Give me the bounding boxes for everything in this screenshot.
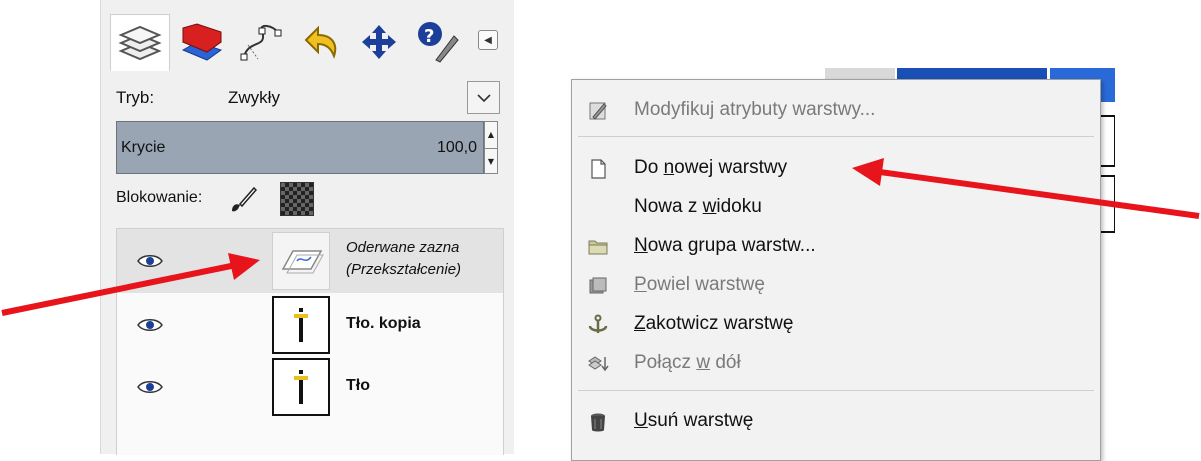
spin-up-icon[interactable]: ▲ bbox=[485, 122, 497, 149]
menu-separator bbox=[578, 136, 1094, 137]
anchor-icon bbox=[588, 314, 608, 333]
menu-item-to-new-layer[interactable]: Do nowej warstwy bbox=[572, 148, 1100, 188]
tab-channels[interactable] bbox=[172, 14, 230, 70]
layer-row-floating[interactable]: Oderwane zazna (Przekształcenie) bbox=[117, 229, 503, 293]
menu-label: Nowa grupa warstw... bbox=[634, 235, 816, 256]
menu-item-merge-down[interactable]: Połącz w dół bbox=[572, 343, 1100, 383]
dock-menu-button[interactable]: ◀ bbox=[478, 30, 498, 50]
menu-item-new-layer-group[interactable]: Nowa grupa warstw... bbox=[572, 226, 1100, 266]
layer-name-copy: Tło. kopia bbox=[346, 315, 421, 332]
new-layer-icon bbox=[591, 159, 606, 179]
layer-name-background: Tło bbox=[346, 377, 370, 394]
undo-icon bbox=[304, 25, 337, 59]
lock-alpha-icon[interactable] bbox=[280, 182, 314, 216]
layer-row-copy[interactable]: Tło. kopia bbox=[117, 293, 503, 357]
opacity-value: 100,0 bbox=[436, 139, 477, 156]
opacity-slider[interactable]: Krycie 100,0 bbox=[116, 121, 484, 174]
layer-thumbnail-copy bbox=[272, 296, 330, 354]
layer-context-menu: Modyfikuj atrybuty warstwy... Do nowej w… bbox=[571, 79, 1101, 461]
menu-separator bbox=[578, 390, 1094, 391]
trash-icon bbox=[591, 413, 605, 432]
floating-selection-icon bbox=[281, 250, 324, 274]
menu-item-delete-layer[interactable]: Usuń warstwę bbox=[572, 401, 1100, 441]
menu-label: Połącz w dół bbox=[634, 352, 741, 373]
layers-list: Oderwane zazna (Przekształcenie) Tło. ko… bbox=[116, 228, 504, 455]
mode-label: Tryb: bbox=[116, 88, 155, 107]
layers-icon bbox=[118, 25, 162, 61]
layer-name-line1: Oderwane zazna bbox=[346, 239, 460, 256]
menu-label: Modyfikuj atrybuty warstwy... bbox=[634, 99, 876, 120]
layer-name-floating: Oderwane zazna (Przekształcenie) bbox=[346, 237, 461, 281]
tab-help[interactable]: ? bbox=[408, 14, 466, 70]
mode-value[interactable]: Zwykły bbox=[228, 88, 280, 108]
menu-label: Nowa z widoku bbox=[634, 196, 762, 217]
eye-icon[interactable] bbox=[137, 253, 163, 269]
mode-dropdown-button[interactable] bbox=[467, 81, 500, 114]
figure-thumbnail-icon bbox=[294, 370, 308, 404]
folder-icon bbox=[588, 240, 608, 255]
menu-label: Zakotwicz warstwę bbox=[634, 313, 794, 334]
spin-down-icon[interactable]: ▼ bbox=[485, 149, 497, 175]
menu-item-duplicate-layer[interactable]: Powiel warstwę bbox=[572, 265, 1100, 305]
merge-down-icon bbox=[588, 356, 609, 372]
menu-item-new-from-visible[interactable]: Nowa z widoku bbox=[572, 187, 1100, 227]
tab-undo-history[interactable] bbox=[292, 14, 350, 70]
chevron-down-icon bbox=[476, 93, 491, 102]
paths-icon bbox=[240, 25, 282, 61]
help-icon: ? bbox=[418, 22, 459, 63]
lock-label: Blokowanie: bbox=[116, 189, 203, 206]
channels-icon bbox=[181, 23, 223, 61]
svg-text:?: ? bbox=[424, 26, 434, 47]
tab-paths[interactable] bbox=[232, 14, 290, 70]
figure-thumbnail-icon bbox=[294, 308, 308, 342]
edit-attributes-icon bbox=[589, 102, 607, 120]
eye-icon[interactable] bbox=[137, 379, 163, 395]
duplicate-icon bbox=[589, 277, 607, 294]
menu-item-edit-attributes[interactable]: Modyfikuj atrybuty warstwy... bbox=[572, 90, 1100, 130]
move-icon bbox=[362, 25, 396, 59]
layer-name-line2: (Przekształcenie) bbox=[346, 261, 462, 278]
triangle-left-icon: ◀ bbox=[484, 34, 492, 46]
lock-pixels-icon[interactable] bbox=[228, 184, 258, 214]
opacity-spinner[interactable]: ▲ ▼ bbox=[484, 121, 498, 174]
layer-row-background[interactable]: Tło bbox=[117, 355, 503, 419]
menu-label: Usuń warstwę bbox=[634, 410, 754, 431]
tab-layers[interactable] bbox=[110, 14, 170, 71]
eye-icon[interactable] bbox=[137, 317, 163, 333]
dock-tabs: ? bbox=[110, 14, 510, 71]
layer-thumbnail-floating bbox=[272, 232, 330, 290]
menu-label: Do nowej warstwy bbox=[634, 157, 788, 178]
tab-move[interactable] bbox=[350, 14, 408, 70]
menu-item-anchor-layer[interactable]: Zakotwicz warstwę bbox=[572, 304, 1100, 344]
opacity-label: Krycie bbox=[121, 139, 166, 156]
menu-label: Powiel warstwę bbox=[634, 274, 765, 295]
layer-thumbnail-background bbox=[272, 358, 330, 416]
